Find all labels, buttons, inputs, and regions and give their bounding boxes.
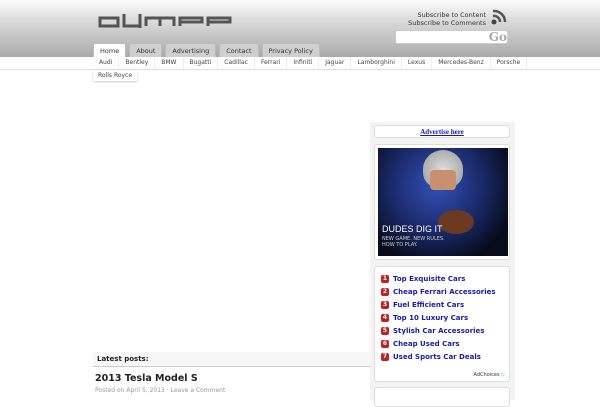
rss-icon[interactable] bbox=[490, 9, 508, 25]
category-audi[interactable]: Audi bbox=[93, 57, 120, 69]
category-rolls-royce[interactable]: Rolls Royce bbox=[93, 70, 138, 81]
ad-link-label: Used Sports Car Deals bbox=[393, 352, 481, 361]
advertise-here-link[interactable]: Advertise here bbox=[374, 125, 510, 138]
tab-contact[interactable]: Contact bbox=[219, 43, 259, 57]
ad-link[interactable]: 4 Top 10 Luxury Cars bbox=[381, 311, 509, 324]
post-title-link[interactable]: 2013 Tesla Model S bbox=[95, 373, 198, 384]
number-badge-icon: 7 bbox=[381, 352, 389, 361]
ad-link-label: Cheap Ferrari Accessories bbox=[393, 287, 496, 296]
number-badge-icon: 1 bbox=[381, 274, 389, 283]
tab-advertising[interactable]: Advertising bbox=[165, 43, 217, 57]
tab-about[interactable]: About bbox=[129, 43, 163, 57]
ad-link[interactable]: 7 Used Sports Car Deals bbox=[381, 350, 509, 363]
ad-link-label: Stylish Car Accessories bbox=[393, 326, 485, 335]
ad-sub2: HOW TO PLAY. bbox=[382, 242, 418, 248]
face-shape bbox=[430, 170, 456, 190]
sidebar-widget bbox=[374, 387, 510, 407]
number-badge-icon: 4 bbox=[381, 313, 389, 322]
search-go-button[interactable]: Go bbox=[489, 30, 507, 44]
main-nav: Home About Advertising Contact Privacy P… bbox=[93, 43, 320, 57]
category-bmw[interactable]: BMW bbox=[155, 57, 184, 69]
football-ad-image[interactable]: DUDES DIG IT NEW GAME. NEW RULES. HOW TO … bbox=[378, 148, 508, 256]
post-meta: Posted on April 5, 2013 · Leave a Commen… bbox=[95, 387, 226, 394]
ad-link[interactable]: 3 Fuel Efficient Cars bbox=[381, 298, 509, 311]
number-badge-icon: 3 bbox=[381, 300, 389, 309]
tab-home[interactable]: Home bbox=[93, 43, 127, 57]
latest-posts-heading: Latest posts: bbox=[93, 352, 371, 367]
category-ferrari[interactable]: Ferrari bbox=[255, 57, 288, 69]
category-infiniti[interactable]: Infiniti bbox=[287, 57, 320, 69]
number-badge-icon: 2 bbox=[381, 287, 389, 296]
adchoices-label: AdChoices bbox=[473, 372, 500, 378]
tab-privacy-policy[interactable]: Privacy Policy bbox=[261, 43, 320, 57]
category-nav: Audi Bentley BMW Bugatti Cadillac Ferrari Infi… bbox=[93, 57, 528, 69]
number-badge-icon: 5 bbox=[381, 326, 389, 335]
football-shape bbox=[438, 210, 474, 234]
ad-link-label: Fuel Efficient Cars bbox=[393, 300, 465, 309]
number-badge-icon: 6 bbox=[381, 339, 389, 348]
category-porsche[interactable]: Porsche bbox=[491, 57, 528, 69]
site-logo[interactable] bbox=[98, 12, 236, 28]
ad-link-label: Cheap Used Cars bbox=[393, 339, 460, 348]
ad-link[interactable]: 1 Top Exquisite Cars bbox=[381, 272, 509, 285]
search-input[interactable]: Go bbox=[395, 30, 508, 44]
category-lamborghini[interactable]: Lamborghini bbox=[351, 57, 402, 69]
ad-link-label: Top Exquisite Cars bbox=[393, 274, 466, 283]
category-mercedes-benz[interactable]: Mercedes-Benz bbox=[432, 57, 491, 69]
adchoices-link[interactable]: AdChoices ▷ bbox=[474, 372, 506, 378]
category-lexus[interactable]: Lexus bbox=[402, 57, 433, 69]
ad-link[interactable]: 6 Cheap Used Cars bbox=[381, 337, 509, 350]
category-jaguar[interactable]: Jaguar bbox=[319, 57, 352, 69]
subscribe-content-link[interactable]: Subscribe to Content bbox=[408, 11, 486, 19]
category-bugatti[interactable]: Bugatti bbox=[184, 57, 219, 69]
category-bentley[interactable]: Bentley bbox=[119, 57, 156, 69]
ad-headline: DUDES DIG IT bbox=[382, 224, 443, 234]
sidebar: Advertise here DUDES DIG IT NEW GAME. NE… bbox=[370, 122, 515, 407]
ad-links-box: 1 Top Exquisite Cars 2 Cheap Ferrari Access… bbox=[374, 266, 510, 382]
ad-link-label: Top 10 Luxury Cars bbox=[393, 313, 469, 322]
subscribe-comments-link[interactable]: Subscribe to Comments bbox=[408, 19, 486, 27]
ad-banner-box: DUDES DIG IT NEW GAME. NEW RULES. HOW TO … bbox=[374, 144, 510, 260]
adchoices-icon: ▷ bbox=[501, 372, 505, 378]
category-cadillac[interactable]: Cadillac bbox=[218, 57, 255, 69]
site-header: Subscribe to Content Subscribe to Commen… bbox=[0, 0, 600, 57]
ad-link[interactable]: 5 Stylish Car Accessories bbox=[381, 324, 509, 337]
ad-subtext: NEW GAME. NEW RULES. HOW TO PLAY. bbox=[382, 236, 445, 248]
ad-link[interactable]: 2 Cheap Ferrari Accessories bbox=[381, 285, 509, 298]
